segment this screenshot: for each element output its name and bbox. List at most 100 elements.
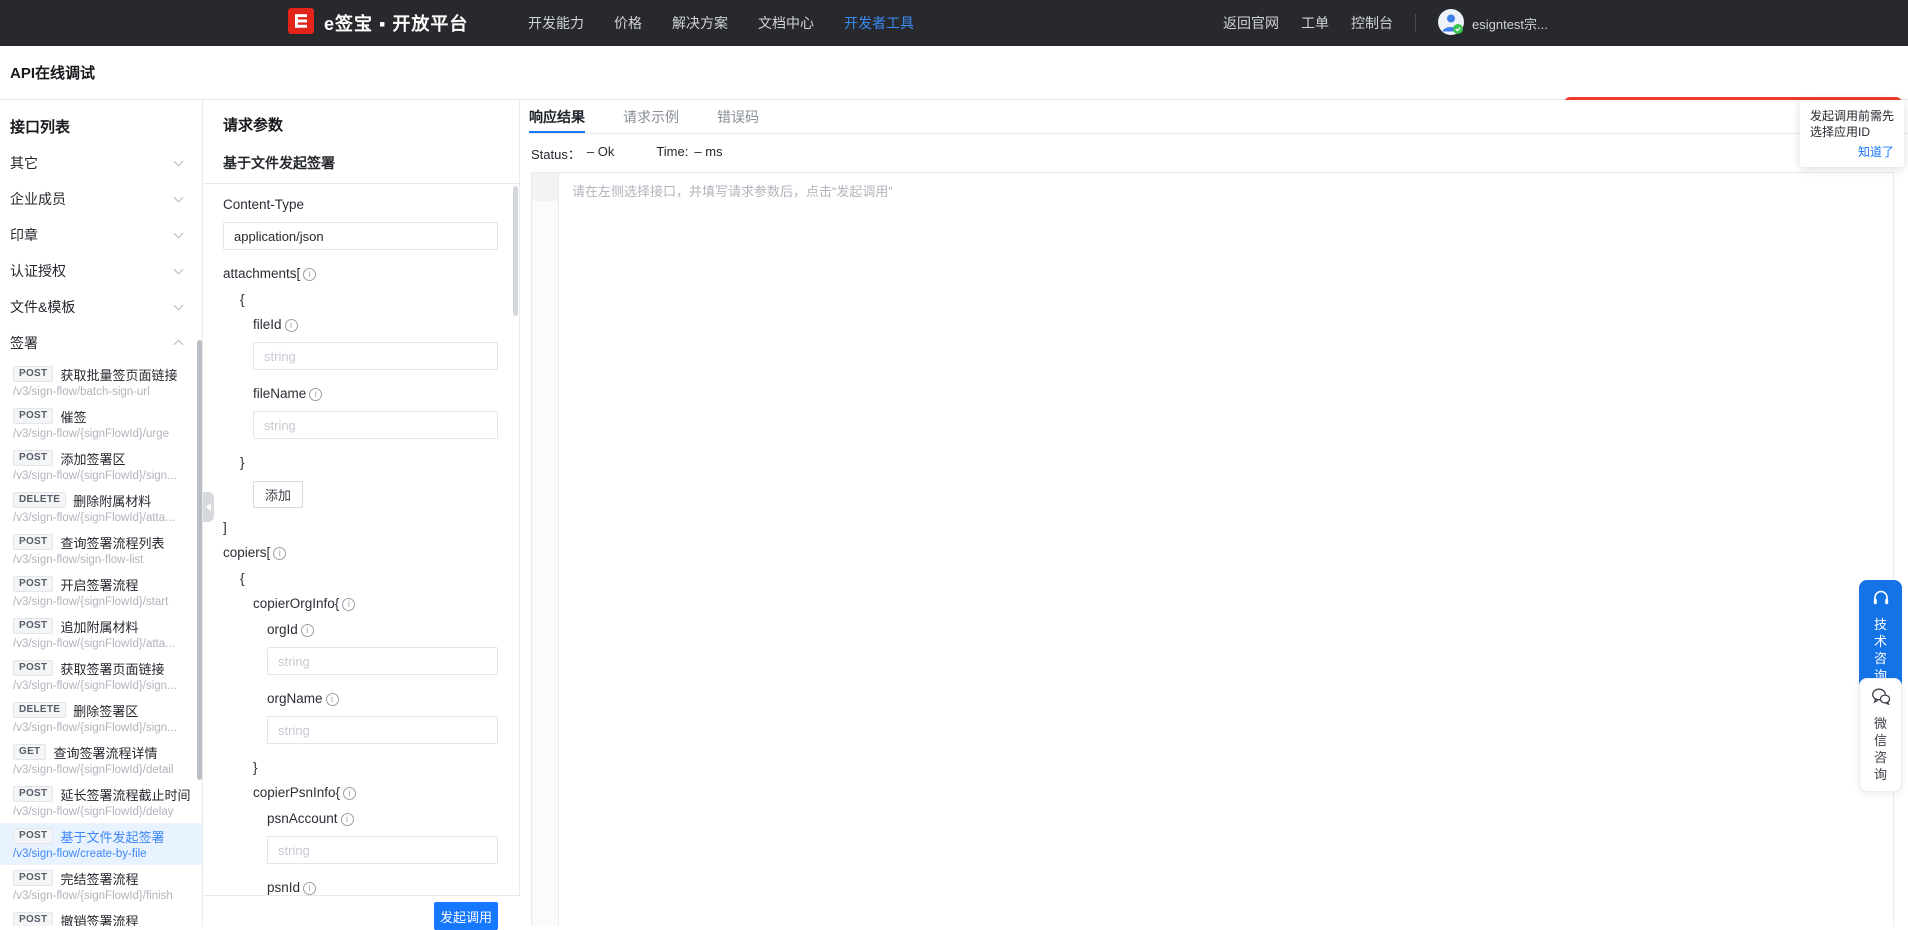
time-label: Time: (656, 144, 689, 159)
info-icon[interactable]: i (273, 546, 287, 560)
header-link-2[interactable]: 控制台 (1351, 13, 1393, 33)
method-badge: POST (13, 576, 54, 592)
chevron-down-icon (173, 300, 184, 311)
sidebar-scrollbar[interactable] (197, 340, 202, 780)
status-row: Status： – Ok Time: – ms (531, 144, 723, 163)
nav-item-0[interactable]: 开发能力 (528, 13, 584, 33)
info-icon[interactable]: i (284, 318, 298, 332)
header-link-1[interactable]: 工单 (1301, 13, 1329, 33)
api-path: /v3/sign-flow/{signFlowId}/sign... (13, 470, 177, 482)
api-name: 撤销签署流程 (60, 913, 139, 927)
param-input[interactable] (267, 647, 498, 675)
sidebar-category-0[interactable]: 其它 (0, 145, 202, 181)
param-input[interactable] (267, 716, 498, 744)
header-link-0[interactable]: 返回官网 (1223, 13, 1279, 33)
api-list-item-12[interactable]: POST 完结签署流程/v3/sign-flow/{signFlowId}/fin… (0, 865, 202, 907)
param-label: orgId (267, 622, 298, 637)
method-badge: POST (13, 870, 54, 886)
brace: { (240, 571, 245, 586)
info-icon[interactable]: i (300, 623, 314, 637)
param-label-row-0: Content-Type (203, 196, 498, 214)
api-path: /v3/sign-flow/create-by-file (13, 848, 147, 860)
api-list-item-11[interactable]: POST 基于文件发起签署/v3/sign-flow/create-by-file (0, 823, 202, 865)
tab-1[interactable]: 请求示例 (623, 100, 679, 133)
info-icon[interactable]: i (343, 786, 357, 800)
info-icon[interactable]: i (340, 812, 354, 826)
request-form-scrollbar[interactable] (513, 186, 518, 316)
nav-item-3[interactable]: 文档中心 (758, 13, 814, 33)
wechat-support-label: 微信咨询 (1873, 716, 1887, 782)
tooltip-confirm-link[interactable]: 知道了 (1810, 143, 1894, 160)
info-icon[interactable]: i (342, 597, 356, 611)
api-path: /v3/sign-flow/{signFlowId}/sign... (13, 680, 177, 692)
wechat-support-button[interactable]: 微信咨询 (1859, 678, 1902, 792)
api-path: /v3/sign-flow/{signFlowId}/atta... (13, 512, 175, 524)
request-form: Content-Typeattachments[i{fileIdifileNam… (203, 184, 520, 895)
api-list-item-1[interactable]: POST 催签/v3/sign-flow/{signFlowId}/urge (0, 403, 202, 445)
api-list-item-5[interactable]: POST 开启签署流程/v3/sign-flow/{signFlowId}/sta… (0, 571, 202, 613)
info-icon[interactable]: i (303, 881, 317, 895)
api-list-item-8[interactable]: DELETE 删除签署区/v3/sign-flow/{signFlowId}/si… (0, 697, 202, 739)
api-path: /v3/sign-flow/{signFlowId}/sign... (13, 722, 177, 734)
api-path: /v3/sign-flow/{signFlowId}/atta... (13, 638, 175, 650)
header-nav: 开发能力 价格 解决方案 文档中心 开发者工具 (528, 0, 914, 46)
sidebar-category-3[interactable]: 认证授权 (0, 253, 202, 289)
sidebar-category-2[interactable]: 印章 (0, 217, 202, 253)
api-name: 开启签署流程 (60, 577, 139, 593)
api-list-item-13[interactable]: POST撤销签署流程/v3/sign-flow/{signFlowId}/rev… (0, 907, 202, 926)
time-value: – ms (694, 144, 723, 159)
nav-item-2[interactable]: 解决方案 (672, 13, 728, 33)
chevron-down-icon (173, 156, 184, 167)
esign-logo-icon (288, 7, 314, 39)
param-input[interactable] (253, 411, 498, 439)
api-list-item-2[interactable]: POST 添加签署区/v3/sign-flow/{signFlowId}/sign… (0, 445, 202, 487)
api-name: 获取批量签页面链接 (60, 367, 178, 383)
api-name: 查询签署流程列表 (60, 535, 165, 551)
param-input[interactable] (267, 836, 498, 864)
api-list-item-4[interactable]: POST 查询签署流程列表/v3/sign-flow/sign-flow-list (0, 529, 202, 571)
api-list-item-7[interactable]: POST 获取签署页面链接/v3/sign-flow/{signFlowId}/s… (0, 655, 202, 697)
response-editor[interactable]: 请在左侧选择接口，并填写请求参数后，点击“发起调用” (531, 172, 1894, 926)
chevron-up-icon (173, 339, 184, 350)
param-label: copierPsnInfo{ (253, 785, 341, 800)
info-icon[interactable]: i (309, 387, 323, 401)
request-panel: 请求参数 基于文件发起签署 Content-Typeattachments[i{… (203, 100, 520, 930)
api-name: 完结签署流程 (60, 871, 139, 887)
response-tabs: 响应结果 请求示例 错误码 (529, 100, 1908, 134)
param-input[interactable] (223, 222, 498, 250)
api-path: /v3/sign-flow/sign-flow-list (13, 554, 144, 566)
param-label-row-2: attachments[i (203, 265, 498, 283)
info-icon[interactable]: i (303, 267, 317, 281)
user-menu[interactable]: esigntest宗... (1438, 8, 1548, 38)
api-list-item-10[interactable]: POST 延长签署流程截止时间/v3/sign-flow/{signFlowId}… (0, 781, 202, 823)
api-name: 延长签署流程截止时间 (60, 787, 191, 803)
api-list-item-9[interactable]: GET 查询签署流程详情/v3/sign-flow/{signFlowId}/de… (0, 739, 202, 781)
sidebar-category-1[interactable]: 企业成员 (0, 181, 202, 217)
brand[interactable]: e签宝 ▪ 开放平台 (288, 0, 468, 46)
tab-0[interactable]: 响应结果 (529, 100, 585, 133)
param-input-row-17 (203, 716, 498, 744)
editor-gutter-cell (532, 173, 558, 201)
wechat-icon (1871, 688, 1891, 710)
param-label: copiers[ (223, 545, 271, 560)
add-item-button[interactable]: 添加 (253, 481, 304, 508)
page-title: API在线调试 (10, 65, 96, 82)
api-list-item-3[interactable]: DELETE 删除附属材料/v3/sign-flow/{signFlowId}/a… (0, 487, 202, 529)
api-list-item-6[interactable]: POST 追加附属材料/v3/sign-flow/{signFlowId}/att… (0, 613, 202, 655)
method-badge: POST (13, 534, 54, 550)
nav-item-4[interactable]: 开发者工具 (844, 13, 914, 33)
param-input[interactable] (253, 342, 498, 370)
nav-item-1[interactable]: 价格 (614, 13, 642, 33)
brace: { (240, 292, 245, 307)
tech-support-button[interactable]: 技术咨询 (1859, 580, 1902, 692)
collapse-sidebar-handle[interactable] (203, 492, 214, 522)
method-badge: POST (13, 408, 54, 424)
param-label-row-14: orgId i (203, 621, 498, 639)
sidebar-category-5[interactable]: 签署 (0, 325, 202, 361)
method-badge: GET (13, 744, 47, 760)
brace: } (240, 455, 245, 470)
sidebar-category-4[interactable]: 文件&模板 (0, 289, 202, 325)
info-icon[interactable]: i (325, 692, 339, 706)
tab-2[interactable]: 错误码 (717, 100, 759, 133)
api-list-item-0[interactable]: POST 获取批量签页面链接/v3/sign-flow/batch-sign-ur… (0, 361, 202, 403)
